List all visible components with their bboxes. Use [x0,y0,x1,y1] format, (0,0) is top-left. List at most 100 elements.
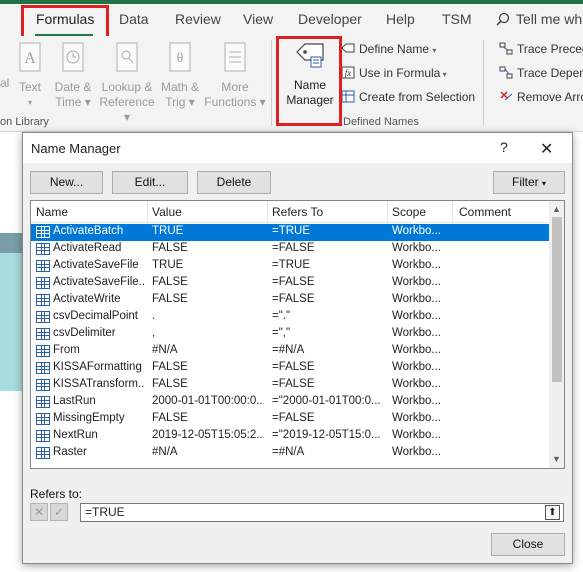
column-divider [147,201,148,223]
filter-button[interactable]: Filter ▾ [493,171,565,194]
column-divider [267,201,268,223]
defined-names-group-label: Defined Names [343,116,419,128]
list-item[interactable]: ActivateSaveFile TRUE =TRUE Workbo... [31,258,549,275]
edit-button[interactable]: Edit... [112,171,188,194]
named-range-icon [36,447,50,459]
list-item[interactable]: NextRun 2019-12-05T15:05:2... ="2019-12-05… [31,428,549,445]
list-item[interactable]: LastRun 2000-01-01T00:00:0... ="2000-01-01… [31,394,549,411]
group-separator [271,40,272,126]
commit-edit-button[interactable]: ✓ [50,503,68,521]
trace-precedents-icon [499,42,513,55]
new-button[interactable]: New... [30,171,103,194]
create-from-selection-label: Create from Selection [359,90,476,104]
name-cell: csvDecimalPoint [53,310,138,322]
column-header-scope[interactable]: Scope [392,205,426,219]
name-cell: From [53,344,80,356]
value-cell: FALSE [152,412,188,424]
scope-cell: Workbo... [392,395,441,407]
scrollbar-thumb[interactable] [552,217,562,382]
create-from-selection-button[interactable]: Create from Selection [341,90,475,104]
lookup-reference-button[interactable]: Lookup & Reference ▾ [96,42,158,125]
chevron-down-icon: ▾ [432,46,437,55]
logical-button[interactable]: al [0,76,14,91]
more-functions-button[interactable]: More Functions ▾ [203,42,267,110]
collapse-dialog-icon[interactable]: ⬆ [545,505,560,520]
trace-precedents-button[interactable]: Trace Preced [499,42,583,56]
cancel-edit-button[interactable]: ✕ [30,503,48,521]
define-name-button[interactable]: Define Name ▾ [341,42,436,56]
name-manager-dialog: Name Manager ? ✕ New... Edit... Delete F… [22,132,573,564]
list-item[interactable]: csvDecimalPoint. ="." Workbo... [31,309,549,326]
refers-to-cell: =#N/A [272,446,305,458]
close-icon[interactable]: ✕ [540,139,553,159]
named-range-icon [36,379,50,391]
tab-tsm[interactable]: TSM [442,11,472,27]
named-range-icon [36,226,50,238]
tab-developer[interactable]: Developer [298,11,362,27]
list-item[interactable]: Raster #N/A =#N/A Workbo... [31,445,549,462]
list-item[interactable]: ActivateBatch TRUE =TRUE Workbo... [31,224,549,241]
logical-label: al [0,76,10,90]
list-item[interactable]: KISSAFormatting FALSE =FALSE Workbo... [31,360,549,377]
use-in-formula-button[interactable]: fx Use in Formula ▾ [341,66,447,80]
tab-help[interactable]: Help [386,11,415,27]
close-button[interactable]: Close [491,533,565,556]
sheet-filled-cells [0,253,22,391]
svg-text:A: A [24,50,36,67]
trace-dependents-label: Trace Depen [517,66,583,80]
tab-view[interactable]: View [243,11,273,27]
column-header-value[interactable]: Value [152,205,182,219]
scroll-up-icon[interactable]: ▲ [552,204,561,214]
tell-me-search[interactable]: Tell me wh [496,11,582,27]
math-trig-button[interactable]: θ Math & Trig ▾ [160,42,200,110]
date-time-button[interactable]: Date & Time ▾ [50,42,96,110]
remove-arrows-label: Remove Arro [517,90,583,104]
named-range-icon [36,430,50,442]
tab-data[interactable]: Data [119,11,149,27]
vertical-scrollbar[interactable]: ▲ ▼ [549,201,564,468]
list-item[interactable]: From #N/A =#N/A Workbo... [31,343,549,360]
refers-to-cell: =TRUE [272,259,311,271]
refers-to-cell: =#N/A [272,344,305,356]
trace-dependents-button[interactable]: Trace Depen [499,66,583,80]
list-item[interactable]: MissingEmpty FALSE =FALSE Workbo... [31,411,549,428]
tab-review[interactable]: Review [175,11,221,27]
list-item[interactable]: ActivateWrite FALSE =FALSE Workbo... [31,292,549,309]
refers-to-text: Refers to: [30,487,83,501]
name-cell: ActivateSaveFile [53,259,139,271]
scope-cell: Workbo... [392,293,441,305]
date-time-label-2: Time [55,95,82,109]
list-item[interactable]: csvDelimiter, ="," Workbo... [31,326,549,343]
column-header-name[interactable]: Name [36,205,68,219]
name-cell: ActivateBatch [53,225,124,237]
text-button[interactable]: A Text ▾ [15,42,45,110]
use-in-formula-label: Use in Formula [359,66,441,80]
list-item[interactable]: KISSATransform... FALSE =FALSE Workbo... [31,377,549,394]
column-header-refers-to[interactable]: Refers To [272,205,323,219]
named-range-icon [36,277,50,289]
list-item[interactable]: ActivateSaveFile... FALSE =FALSE Workbo... [31,275,549,292]
delete-button[interactable]: Delete [197,171,271,194]
scope-cell: Workbo... [392,327,441,339]
value-cell: FALSE [152,242,188,254]
list-item[interactable]: ActivateRead FALSE =FALSE Workbo... [31,241,549,258]
names-list[interactable]: Name Value Refers To Scope Comment Activ… [30,200,565,469]
lookup-label-2: Reference [99,95,155,109]
trace-dependents-icon [499,66,513,79]
value-cell: TRUE [152,225,184,237]
refers-to-input[interactable]: =TRUE [80,503,564,522]
cancel-x-icon: ✕ [33,505,45,519]
name-cell: ActivateRead [53,242,122,254]
remove-arrows-button[interactable]: Remove Arro [499,90,583,104]
help-button[interactable]: ? [500,139,508,155]
search-icon [496,12,510,26]
column-divider [387,201,388,223]
column-header-comment[interactable]: Comment [459,205,511,219]
name-cell: Raster [53,446,87,458]
name-cell: ActivateWrite [53,293,121,305]
more-label-1: More [221,80,249,94]
scroll-down-icon[interactable]: ▼ [552,454,561,464]
refers-to-cell: =TRUE [272,225,311,237]
calendar-icon [62,42,84,72]
named-range-icon [36,328,50,340]
